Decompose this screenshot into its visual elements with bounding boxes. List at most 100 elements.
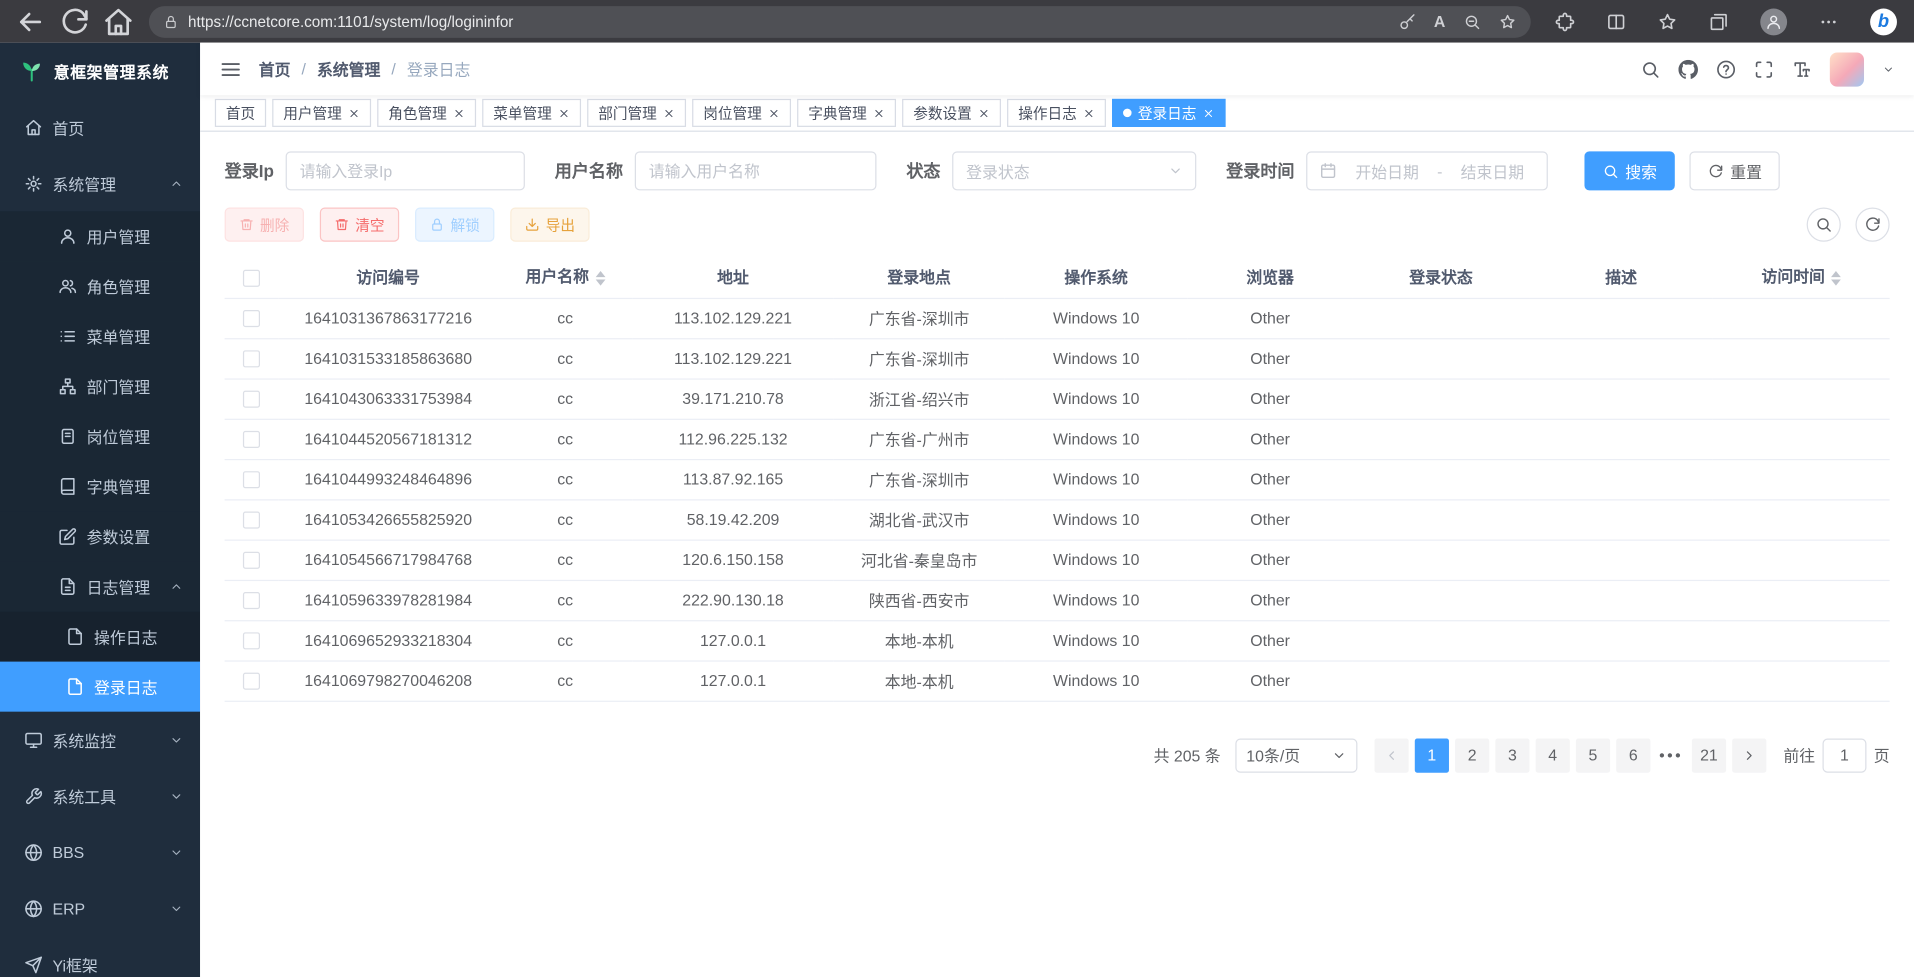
page-size-select[interactable]: 10条/页 <box>1235 738 1357 772</box>
pagination-prev-button[interactable] <box>1374 738 1408 772</box>
sidebar-item-登录日志[interactable]: 登录日志 <box>0 662 200 712</box>
column-header-2[interactable]: 用户名称 <box>498 256 632 298</box>
column-header-9[interactable]: 访问时间 <box>1713 256 1890 298</box>
tab-首页[interactable]: 首页 <box>215 99 266 127</box>
column-header-6[interactable]: 浏览器 <box>1188 256 1353 298</box>
browser-profile-avatar[interactable] <box>1760 8 1787 35</box>
search-button[interactable]: 搜索 <box>1585 151 1675 190</box>
read-aloud-icon[interactable]: A <box>1434 12 1445 30</box>
browser-refresh-icon[interactable] <box>56 5 93 37</box>
sidebar-item-用户管理[interactable]: 用户管理 <box>0 211 200 261</box>
row-checkbox[interactable] <box>243 310 260 327</box>
date-range-picker[interactable]: 开始日期 - 结束日期 <box>1307 151 1549 190</box>
close-tab-icon[interactable] <box>663 107 675 119</box>
tab-字典管理[interactable]: 字典管理 <box>797 99 896 127</box>
sidebar-item-ERP[interactable]: ERP <box>0 880 200 936</box>
sidebar-item-操作日志[interactable]: 操作日志 <box>0 612 200 662</box>
status-select[interactable]: 登录状态 <box>953 151 1197 190</box>
sidebar-item-系统监控[interactable]: 系统监控 <box>0 712 200 768</box>
user-avatar[interactable] <box>1830 52 1864 86</box>
sidebar-item-字典管理[interactable]: 字典管理 <box>0 461 200 511</box>
close-tab-icon[interactable] <box>558 107 570 119</box>
sidebar-item-首页[interactable]: 首页 <box>0 99 200 155</box>
tab-岗位管理[interactable]: 岗位管理 <box>692 99 791 127</box>
column-header-3[interactable]: 地址 <box>632 256 833 298</box>
tab-部门管理[interactable]: 部门管理 <box>587 99 686 127</box>
tab-登录日志[interactable]: 登录日志 <box>1112 99 1226 127</box>
browser-menu-icon[interactable] <box>1819 12 1839 32</box>
pagination-ellipsis[interactable]: ••• <box>1656 746 1685 764</box>
row-checkbox[interactable] <box>243 431 260 448</box>
font-size-icon[interactable] <box>1792 59 1812 79</box>
sort-carets-icon[interactable] <box>1831 266 1841 290</box>
sidebar-item-参数设置[interactable]: 参数设置 <box>0 511 200 561</box>
breadcrumb-item-系统管理[interactable]: 系统管理 <box>317 57 380 80</box>
row-checkbox[interactable] <box>243 472 260 489</box>
tab-操作日志[interactable]: 操作日志 <box>1007 99 1106 127</box>
pagination-page-3[interactable]: 3 <box>1495 738 1529 772</box>
extensions-icon[interactable] <box>1555 12 1575 32</box>
row-checkbox[interactable] <box>243 512 260 529</box>
tab-用户管理[interactable]: 用户管理 <box>272 99 371 127</box>
close-tab-icon[interactable] <box>348 107 360 119</box>
favorites-icon[interactable] <box>1658 12 1678 32</box>
header-search-icon[interactable] <box>1641 59 1661 79</box>
sidebar-item-部门管理[interactable]: 部门管理 <box>0 361 200 411</box>
tab-菜单管理[interactable]: 菜单管理 <box>482 99 581 127</box>
ip-input[interactable] <box>300 162 512 180</box>
fullscreen-icon[interactable] <box>1754 59 1774 79</box>
pagination-page-2[interactable]: 2 <box>1455 738 1489 772</box>
pagination-next-button[interactable] <box>1732 738 1766 772</box>
sidebar-item-系统管理[interactable]: 系统管理 <box>0 155 200 211</box>
sidebar-item-系统工具[interactable]: 系统工具 <box>0 768 200 824</box>
browser-url-bar[interactable]: https://ccnetcore.com:1101/system/log/lo… <box>149 5 1531 37</box>
close-tab-icon[interactable] <box>453 107 465 119</box>
select-all-checkbox[interactable] <box>243 269 260 286</box>
row-checkbox[interactable] <box>243 673 260 690</box>
close-tab-icon[interactable] <box>978 107 990 119</box>
sidebar-item-菜单管理[interactable]: 菜单管理 <box>0 311 200 361</box>
sidebar-item-岗位管理[interactable]: 岗位管理 <box>0 411 200 461</box>
tab-角色管理[interactable]: 角色管理 <box>377 99 476 127</box>
url-text[interactable]: https://ccnetcore.com:1101/system/log/lo… <box>188 13 1389 30</box>
sidebar-toggle-icon[interactable] <box>220 58 242 80</box>
close-tab-icon[interactable] <box>768 107 780 119</box>
browser-home-icon[interactable] <box>100 5 137 37</box>
sidebar-item-BBS[interactable]: BBS <box>0 824 200 880</box>
export-button[interactable]: 导出 <box>510 208 589 242</box>
row-checkbox[interactable] <box>243 391 260 408</box>
column-header-5[interactable]: 操作系统 <box>1005 256 1188 298</box>
pagination-page-21[interactable]: 21 <box>1692 738 1726 772</box>
column-header-7[interactable]: 登录状态 <box>1353 256 1530 298</box>
browser-back-icon[interactable] <box>12 5 49 37</box>
pagination-page-6[interactable]: 6 <box>1616 738 1650 772</box>
breadcrumb-item-首页[interactable]: 首页 <box>259 57 291 80</box>
row-checkbox[interactable] <box>243 552 260 569</box>
pagination-page-4[interactable]: 4 <box>1536 738 1570 772</box>
goto-page-input[interactable] <box>1822 738 1866 772</box>
clear-button[interactable]: 清空 <box>320 208 399 242</box>
close-tab-icon[interactable] <box>1203 107 1215 119</box>
avatar-caret-icon[interactable] <box>1882 63 1894 75</box>
username-input[interactable] <box>649 162 864 180</box>
zoom-out-icon[interactable] <box>1464 13 1481 30</box>
pagination-page-5[interactable]: 5 <box>1576 738 1610 772</box>
sort-carets-icon[interactable] <box>595 266 605 290</box>
close-tab-icon[interactable] <box>873 107 885 119</box>
close-tab-icon[interactable] <box>1083 107 1095 119</box>
toggle-search-button[interactable] <box>1807 208 1841 242</box>
github-icon[interactable] <box>1678 59 1698 79</box>
unlock-button[interactable]: 解锁 <box>415 208 494 242</box>
row-checkbox[interactable] <box>243 351 260 368</box>
split-screen-icon[interactable] <box>1606 12 1626 32</box>
column-header-8[interactable]: 描述 <box>1530 256 1713 298</box>
refresh-table-button[interactable] <box>1855 208 1889 242</box>
row-checkbox[interactable] <box>243 592 260 609</box>
pagination-page-1[interactable]: 1 <box>1415 738 1449 772</box>
delete-button[interactable]: 删除 <box>225 208 304 242</box>
column-header-4[interactable]: 登录地点 <box>834 256 1005 298</box>
reset-button[interactable]: 重置 <box>1690 151 1780 190</box>
add-favorite-icon[interactable] <box>1499 13 1516 30</box>
row-checkbox[interactable] <box>243 633 260 650</box>
sidebar-item-角色管理[interactable]: 角色管理 <box>0 261 200 311</box>
